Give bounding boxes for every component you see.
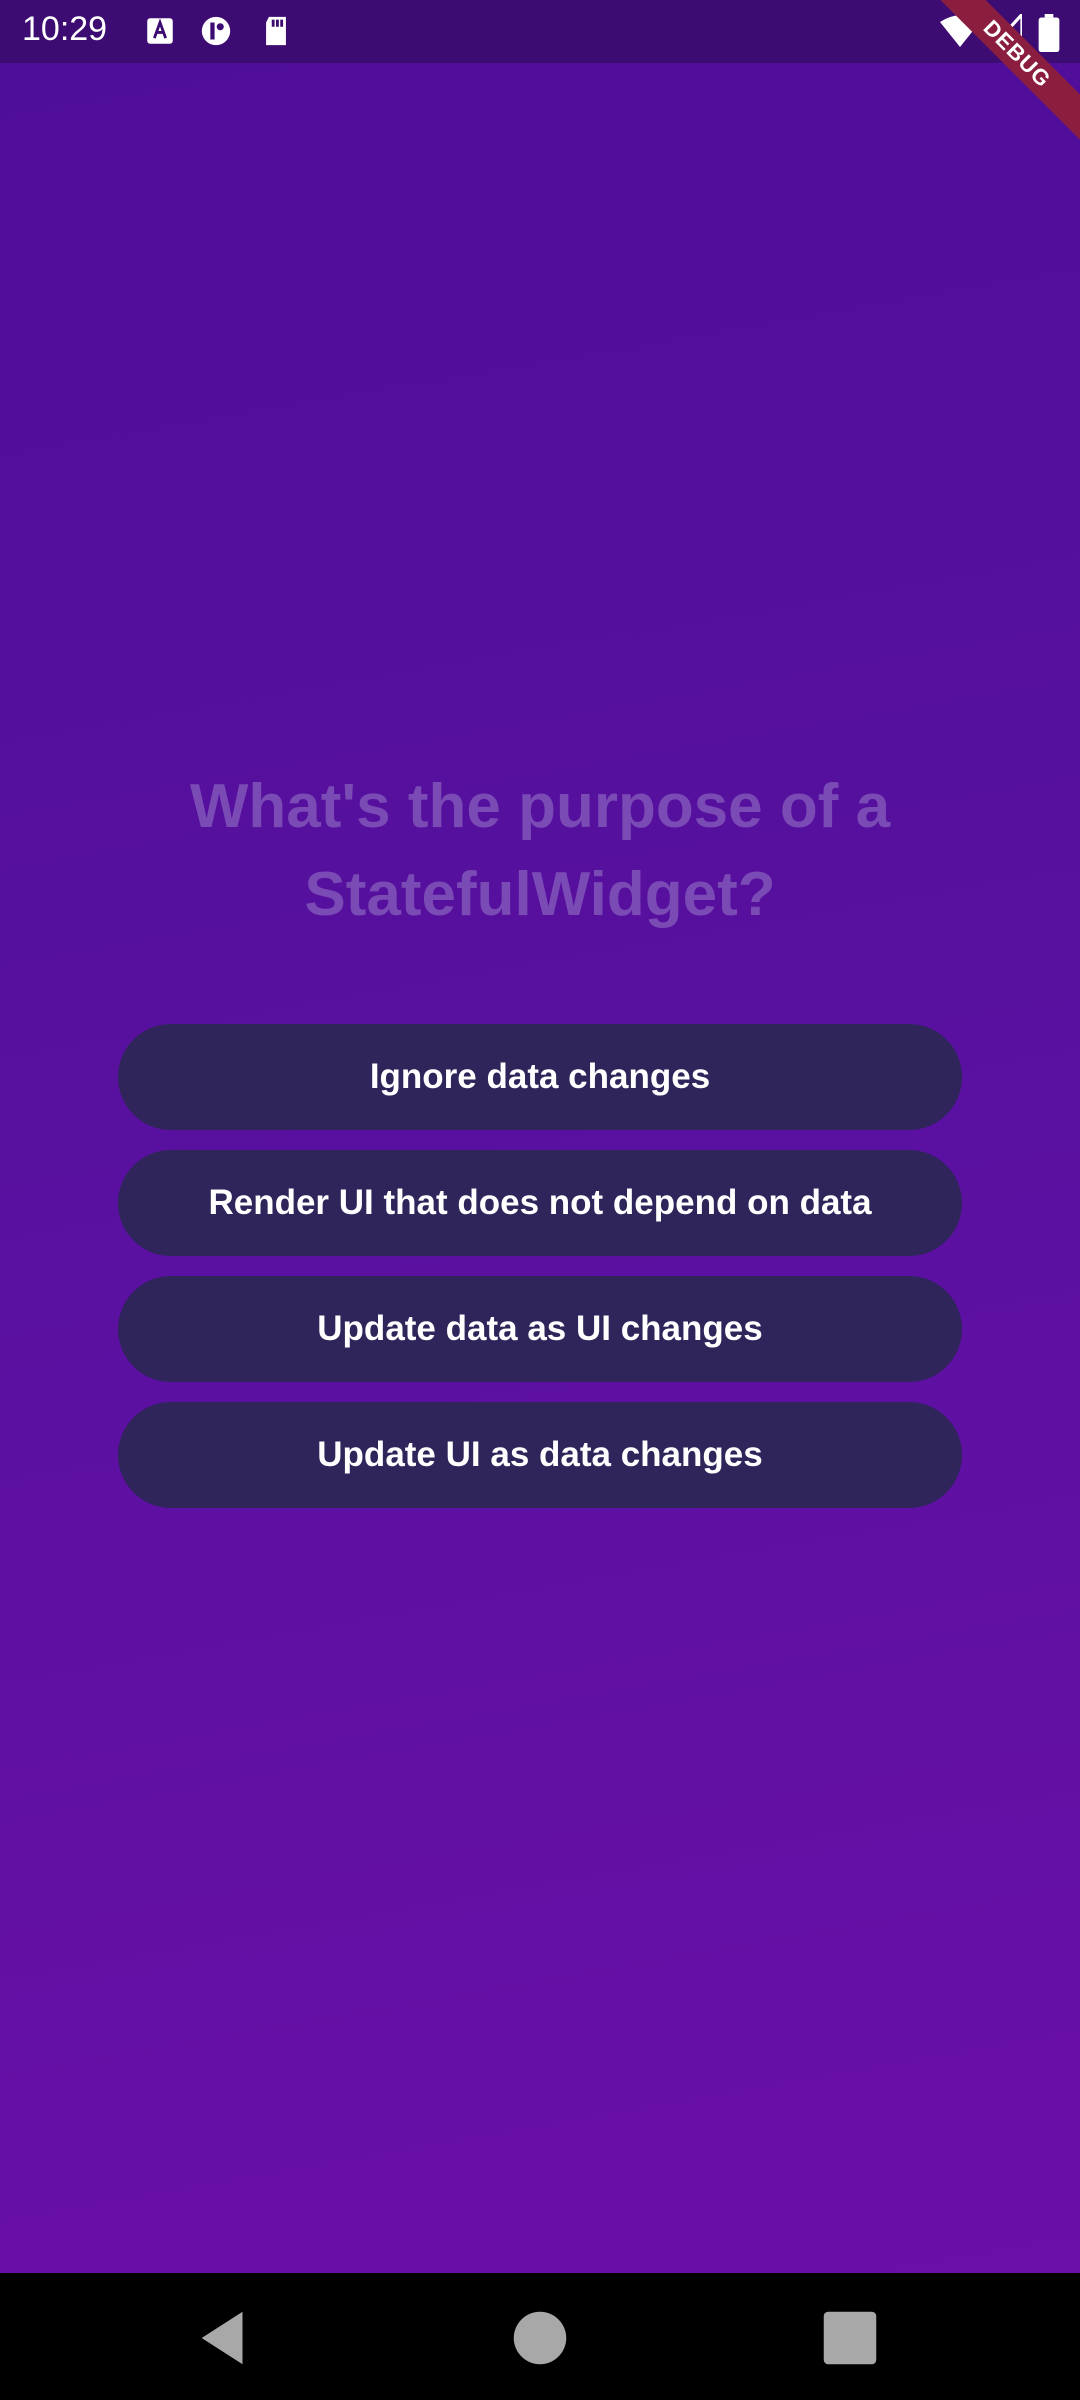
home-icon[interactable] — [505, 2303, 575, 2373]
answer-button[interactable]: Render UI that does not depend on data — [118, 1150, 962, 1256]
quiz-screen: What's the purpose of a StatefulWidget? … — [0, 63, 1080, 2273]
navigation-bar — [0, 2273, 1080, 2400]
answer-button[interactable]: Update UI as data changes — [118, 1402, 962, 1508]
answer-list: Ignore data changes Render UI that does … — [118, 1024, 962, 1528]
question-text: What's the purpose of a StatefulWidget? — [189, 772, 891, 929]
app-notification-icon — [201, 16, 231, 46]
answer-button[interactable]: Update data as UI changes — [118, 1276, 962, 1382]
answer-button[interactable]: Ignore data changes — [118, 1024, 962, 1130]
status-bar: 10:29 — [0, 0, 1080, 63]
status-time: 10:29 — [22, 10, 108, 48]
battery-icon — [1038, 14, 1060, 52]
a-notification-icon — [147, 18, 173, 44]
back-icon[interactable] — [190, 2303, 260, 2373]
recents-icon[interactable] — [815, 2303, 885, 2373]
sd-card-icon — [266, 16, 286, 46]
